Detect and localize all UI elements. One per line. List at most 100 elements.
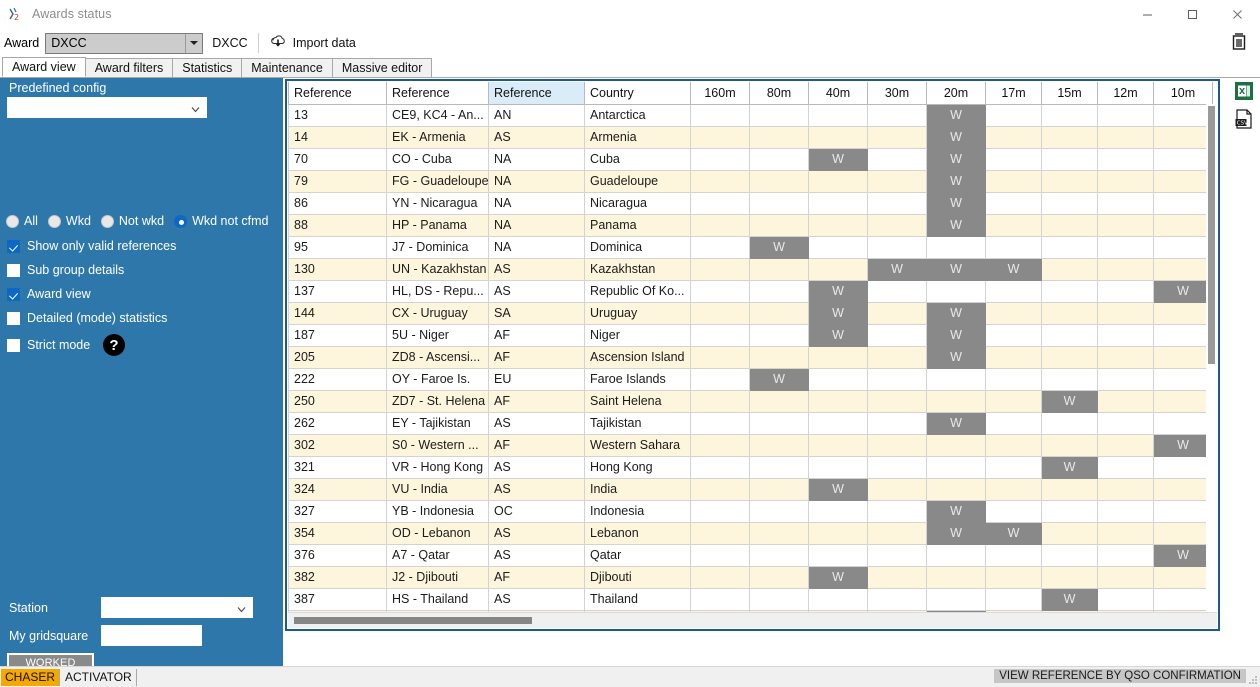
cell-ref_num[interactable]: 13 bbox=[288, 103, 387, 127]
band-cell-empty[interactable] bbox=[1097, 301, 1154, 325]
band-cell-empty[interactable] bbox=[1153, 169, 1213, 193]
band-cell-empty[interactable] bbox=[808, 125, 868, 149]
band-cell-empty[interactable] bbox=[1041, 323, 1098, 347]
cell-ref_cont[interactable]: AF bbox=[488, 389, 585, 413]
band-cell-empty[interactable] bbox=[1097, 147, 1154, 171]
cell-ref_pfx[interactable]: A7 - Qatar bbox=[386, 543, 489, 567]
band-cell-empty[interactable] bbox=[985, 499, 1042, 523]
band-cell-empty[interactable] bbox=[985, 565, 1042, 589]
cell-ref_pfx[interactable]: YN - Nicaragua bbox=[386, 191, 489, 215]
band-cell-empty[interactable] bbox=[1097, 587, 1154, 611]
tab-award-filters[interactable]: Award filters bbox=[84, 58, 174, 77]
table-row[interactable]: 95 J7 - Dominica NA Dominica W bbox=[288, 235, 1213, 259]
cell-ref_pfx[interactable]: CO - Cuba bbox=[386, 147, 489, 171]
vertical-scrollbar[interactable] bbox=[1206, 104, 1217, 612]
band-cell-worked[interactable]: W bbox=[1041, 587, 1098, 611]
band-cell-empty[interactable] bbox=[1097, 433, 1154, 457]
cell-ref_pfx[interactable]: J2 - Djibouti bbox=[386, 565, 489, 589]
cell-ref_pfx[interactable]: FG - Guadeloupe bbox=[386, 169, 489, 193]
cell-ref_pfx[interactable]: ZD8 - Ascensi... bbox=[386, 345, 489, 369]
radio-indicator[interactable] bbox=[100, 214, 114, 228]
chevron-down-icon[interactable] bbox=[185, 33, 203, 53]
band-cell-worked[interactable]: W bbox=[985, 521, 1042, 545]
cell-ref_cont[interactable]: NA bbox=[488, 147, 585, 171]
radio-indicator[interactable] bbox=[47, 214, 61, 228]
band-cell-empty[interactable] bbox=[985, 411, 1042, 435]
band-cell-empty[interactable] bbox=[690, 565, 750, 589]
band-cell-empty[interactable] bbox=[1041, 147, 1098, 171]
band-cell-empty[interactable] bbox=[749, 169, 809, 193]
table-row[interactable]: 187 5U - Niger AF Niger W W bbox=[288, 323, 1213, 347]
band-cell-empty[interactable] bbox=[1041, 301, 1098, 325]
band-cell-empty[interactable] bbox=[808, 543, 868, 567]
band-cell-empty[interactable] bbox=[1153, 147, 1213, 171]
band-cell-empty[interactable] bbox=[749, 345, 809, 369]
band-cell-empty[interactable] bbox=[1153, 191, 1213, 215]
band-cell-empty[interactable] bbox=[808, 587, 868, 611]
band-cell-empty[interactable] bbox=[985, 367, 1042, 391]
checkbox-indicator[interactable] bbox=[7, 311, 20, 325]
band-cell-empty[interactable] bbox=[867, 213, 927, 237]
cell-country[interactable]: Ascension Island bbox=[584, 345, 691, 369]
band-cell-empty[interactable] bbox=[867, 279, 927, 303]
column-header-15m[interactable]: 15m bbox=[1041, 82, 1098, 105]
column-header-17m[interactable]: 17m bbox=[985, 82, 1042, 105]
cell-ref_cont[interactable]: AS bbox=[488, 521, 585, 545]
band-cell-empty[interactable] bbox=[926, 279, 986, 303]
band-cell-empty[interactable] bbox=[1041, 477, 1098, 501]
band-cell-empty[interactable] bbox=[926, 235, 986, 259]
band-cell-empty[interactable] bbox=[690, 323, 750, 347]
band-cell-empty[interactable] bbox=[808, 367, 868, 391]
band-cell-empty[interactable] bbox=[1153, 345, 1213, 369]
band-cell-empty[interactable] bbox=[749, 279, 809, 303]
band-cell-empty[interactable] bbox=[690, 213, 750, 237]
band-cell-empty[interactable] bbox=[808, 345, 868, 369]
checkbox-show-only-valid-references[interactable]: Show only valid references bbox=[7, 239, 176, 253]
cell-ref_cont[interactable]: AS bbox=[488, 411, 585, 435]
band-cell-worked[interactable]: W bbox=[926, 147, 986, 171]
cell-country[interactable]: Djibouti bbox=[584, 565, 691, 589]
band-cell-empty[interactable] bbox=[1153, 323, 1213, 347]
cell-ref_num[interactable]: 86 bbox=[288, 191, 387, 215]
band-cell-empty[interactable] bbox=[749, 389, 809, 413]
cell-country[interactable]: Republic Of Ko... bbox=[584, 279, 691, 303]
band-cell-empty[interactable] bbox=[690, 587, 750, 611]
cell-ref_cont[interactable]: NA bbox=[488, 191, 585, 215]
band-cell-empty[interactable] bbox=[749, 455, 809, 479]
band-cell-empty[interactable] bbox=[749, 521, 809, 545]
table-row[interactable]: 205 ZD8 - Ascensi... AF Ascension Island W bbox=[288, 345, 1213, 369]
band-cell-empty[interactable] bbox=[808, 433, 868, 457]
band-cell-empty[interactable] bbox=[985, 235, 1042, 259]
band-cell-empty[interactable] bbox=[867, 543, 927, 567]
cell-ref_cont[interactable]: NA bbox=[488, 213, 585, 237]
cell-ref_pfx[interactable]: YB - Indonesia bbox=[386, 499, 489, 523]
band-cell-empty[interactable] bbox=[690, 455, 750, 479]
cell-ref_num[interactable]: 130 bbox=[288, 257, 387, 281]
cell-ref_cont[interactable]: AN bbox=[488, 103, 585, 127]
band-cell-empty[interactable] bbox=[985, 433, 1042, 457]
band-cell-empty[interactable] bbox=[1097, 477, 1154, 501]
cell-country[interactable]: Panama bbox=[584, 213, 691, 237]
band-cell-empty[interactable] bbox=[1153, 367, 1213, 391]
band-cell-empty[interactable] bbox=[1097, 565, 1154, 589]
table-row[interactable]: 86 YN - Nicaragua NA Nicaragua W bbox=[288, 191, 1213, 215]
band-cell-worked[interactable]: W bbox=[808, 279, 868, 303]
cell-ref_cont[interactable]: AF bbox=[488, 323, 585, 347]
band-cell-empty[interactable] bbox=[867, 169, 927, 193]
horizontal-scrollbar-thumb[interactable] bbox=[294, 617, 532, 624]
cell-ref_cont[interactable]: AS bbox=[488, 125, 585, 149]
band-cell-worked[interactable]: W bbox=[926, 345, 986, 369]
help-icon[interactable]: ? bbox=[103, 334, 125, 356]
excel-export-button[interactable]: X bbox=[1232, 80, 1256, 104]
horizontal-scrollbar[interactable] bbox=[288, 612, 1217, 628]
column-header-20m[interactable]: 20m bbox=[926, 82, 986, 105]
table-row[interactable]: 222 OY - Faroe Is. EU Faroe Islands W bbox=[288, 367, 1213, 391]
cell-ref_pfx[interactable]: J7 - Dominica bbox=[386, 235, 489, 259]
tab-massive-editor[interactable]: Massive editor bbox=[331, 58, 433, 77]
band-cell-worked[interactable]: W bbox=[926, 411, 986, 435]
band-cell-empty[interactable] bbox=[1153, 477, 1213, 501]
cell-country[interactable]: Tajikistan bbox=[584, 411, 691, 435]
cell-ref_num[interactable]: 205 bbox=[288, 345, 387, 369]
status-tab-activator[interactable]: ACTIVATOR bbox=[61, 668, 137, 686]
table-row[interactable]: 376 A7 - Qatar AS Qatar W bbox=[288, 543, 1213, 567]
